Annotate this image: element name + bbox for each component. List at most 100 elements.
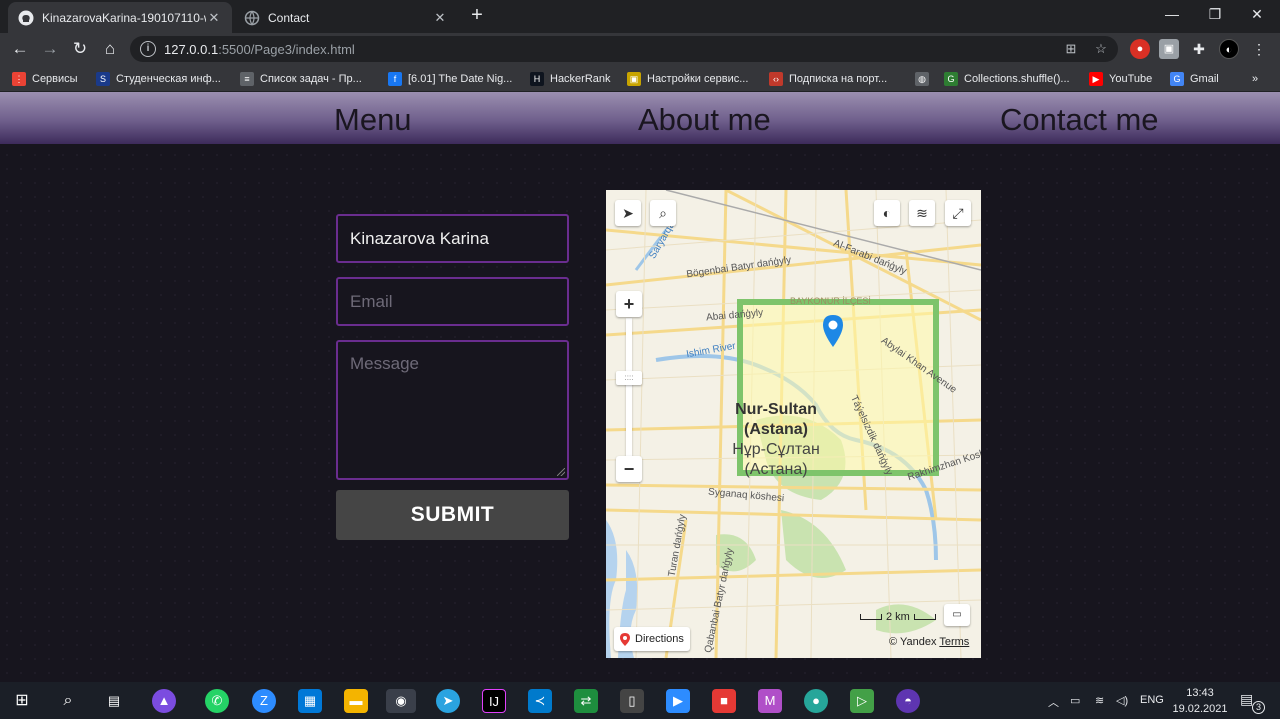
close-icon[interactable]: ✕ [1247, 4, 1267, 24]
star-icon[interactable]: ☆ [1092, 40, 1110, 58]
email-input[interactable] [338, 279, 567, 324]
geolocation-icon[interactable]: ➤ [615, 200, 641, 226]
bookmark-item[interactable]: ‹› Подписка на порт... [769, 70, 887, 88]
location-pin-icon[interactable] [821, 314, 845, 348]
google-icon: G [1170, 72, 1184, 86]
intellij-icon[interactable]: IJ [482, 689, 506, 713]
home-icon[interactable]: ⌂ [99, 38, 121, 60]
m-app-icon[interactable]: M [758, 689, 782, 713]
media-app-icon[interactable]: ▷ [850, 689, 874, 713]
ruler-icon[interactable]: ▭ [944, 604, 970, 626]
bookmark-label: YouTube [1109, 73, 1153, 85]
bookmark-item[interactable]: G Collections.shuffle()... [944, 70, 1070, 88]
name-field[interactable] [336, 214, 569, 263]
close-tab-icon[interactable]: ✕ [432, 10, 448, 26]
minimize-icon[interactable]: — [1162, 4, 1182, 24]
city-label: Nur-Sultan (Astana) Нұр-Сұлтан (Астана) [732, 401, 820, 478]
message-textarea[interactable] [338, 342, 567, 478]
tray-chevron-icon[interactable]: ︿ [1048, 694, 1059, 710]
nav-link-contact[interactable]: Contact me [1000, 102, 1159, 138]
chrome-icon[interactable]: ◉ [386, 689, 416, 713]
browser-app-icon[interactable]: ● [804, 689, 828, 713]
bookmark-item[interactable]: ◍ [915, 70, 935, 88]
file-explorer-icon[interactable]: ▬ [344, 689, 368, 713]
tab-github[interactable]: KinazarovaKarina-190107110-we ✕ [8, 2, 232, 33]
search-icon[interactable]: ⌕ [650, 200, 676, 226]
layers-icon[interactable]: ≋ [909, 200, 935, 226]
bookmarks-bar: ⋮ Сервисы S Студенческая инф... ≡ Список зада… [0, 65, 1280, 92]
traffic-icon[interactable]: ◐ [874, 200, 900, 226]
zoom-slider-handle[interactable]: :::: [616, 371, 642, 385]
info-icon[interactable]: i [140, 41, 156, 57]
resize-grip-icon[interactable] [557, 468, 565, 476]
youtube-icon: ▶ [1089, 72, 1103, 86]
alice-icon[interactable]: ▲ [152, 689, 176, 713]
profile-avatar[interactable]: ◐ [1219, 39, 1239, 59]
extension-red-icon[interactable]: ● [1130, 39, 1150, 59]
forward-icon[interactable]: → [39, 38, 61, 60]
route-pin-icon [620, 632, 630, 646]
recorder-icon[interactable]: ■ [712, 689, 736, 713]
gg-icon: G [944, 72, 958, 86]
bookmark-item[interactable]: S Студенческая инф... [96, 70, 221, 88]
fullscreen-icon[interactable]: ⤢ [945, 200, 971, 226]
address-bar[interactable]: i 127.0.0.1:5500/Page3/index.html ⊞ ☆ [130, 36, 1118, 62]
bookmark-item[interactable]: ▣ Настройки сервис... [627, 70, 748, 88]
bookmarks-overflow-icon[interactable]: » [1252, 70, 1258, 88]
windows-start-icon[interactable]: ⊞ [10, 689, 34, 713]
close-tab-icon[interactable]: ✕ [206, 10, 222, 26]
zoom-app-icon[interactable]: Z [252, 689, 276, 713]
yandex-map[interactable]: Bögenbai Batyr dańģyly Al-Farabi dańģyly… [606, 190, 981, 658]
back-icon[interactable]: ← [9, 38, 31, 60]
github-icon [18, 10, 34, 25]
windows-taskbar: ⊞ ⌕ ▤ ▲ ✆ Z ▦ ▬ ◉ ➤ IJ ≺ ⇄ ▯ ▶ ■ M ● ▷ ◓… [0, 682, 1280, 719]
task-view-icon[interactable]: ▤ [102, 689, 126, 713]
message-field[interactable] [336, 340, 569, 480]
search-icon[interactable]: ⌕ [56, 689, 80, 713]
district-label: BAYKONUR İLÇESİ [790, 296, 871, 306]
bookmark-item[interactable]: G Gmail [1170, 70, 1219, 88]
bookmark-item[interactable]: f [6.01] The Date Nig... [388, 70, 512, 88]
vscode-icon[interactable]: ≺ [528, 689, 552, 713]
clock[interactable]: 13:43 19.02.2021 [1170, 685, 1230, 717]
name-input[interactable] [338, 216, 567, 261]
telegram-icon[interactable]: ➤ [436, 689, 460, 713]
browser-toolbar: ← → ↻ ⌂ i 127.0.0.1:5500/Page3/index.htm… [0, 33, 1280, 65]
nav-link-about[interactable]: About me [638, 102, 771, 138]
bookmark-item[interactable]: ⋮ Сервисы [12, 70, 78, 88]
zoom-out-icon[interactable]: − [616, 456, 642, 482]
notes-icon[interactable]: ▯ [620, 689, 644, 713]
terms-link[interactable]: Terms [939, 636, 969, 648]
menu-dots-icon[interactable]: ⋮ [1249, 39, 1269, 59]
store-icon[interactable]: ▦ [298, 689, 322, 713]
whatsapp-icon[interactable]: ✆ [205, 689, 229, 713]
site-nav: Menu About me Contact me [0, 92, 1280, 144]
bookmark-item[interactable]: H HackerRank [530, 70, 611, 88]
directions-button[interactable]: Directions [614, 627, 690, 651]
translate-icon[interactable]: ⊞ [1062, 40, 1080, 58]
f-icon: f [388, 72, 402, 86]
bookmark-label: Студенческая инф... [116, 73, 221, 85]
language-indicator[interactable]: ENG [1140, 694, 1164, 706]
email-field[interactable] [336, 277, 569, 326]
restore-icon[interactable]: ❐ [1205, 4, 1225, 24]
bookmark-item[interactable]: ▶ YouTube [1089, 70, 1152, 88]
battery-icon[interactable]: ▭ [1070, 694, 1080, 707]
volume-icon[interactable]: ◁) [1116, 694, 1128, 707]
tab-contact[interactable]: Contact ✕ [234, 2, 458, 33]
bookmark-label: HackerRank [550, 73, 611, 85]
bookmark-item[interactable]: ≡ Список задач - Пр... [240, 70, 362, 88]
zoom-in-icon[interactable]: + [616, 291, 642, 317]
app-icon[interactable]: ⇄ [574, 689, 598, 713]
extension-page-icon[interactable]: ▣ [1159, 39, 1179, 59]
extensions-puzzle-icon[interactable]: ✚ [1189, 39, 1209, 59]
url-text[interactable]: 127.0.0.1:5500/Page3/index.html [164, 42, 355, 57]
zoom-meeting-icon[interactable]: ▶ [666, 689, 690, 713]
zoom-slider-track[interactable] [626, 318, 632, 468]
plus-icon[interactable]: + [466, 5, 488, 27]
submit-button[interactable]: SUBMIT [336, 490, 569, 540]
nav-link-menu[interactable]: Menu [334, 102, 412, 138]
app-circle-icon[interactable]: ◓ [896, 689, 920, 713]
wifi-icon[interactable]: ≋ [1095, 694, 1104, 707]
reload-icon[interactable]: ↻ [69, 38, 91, 60]
